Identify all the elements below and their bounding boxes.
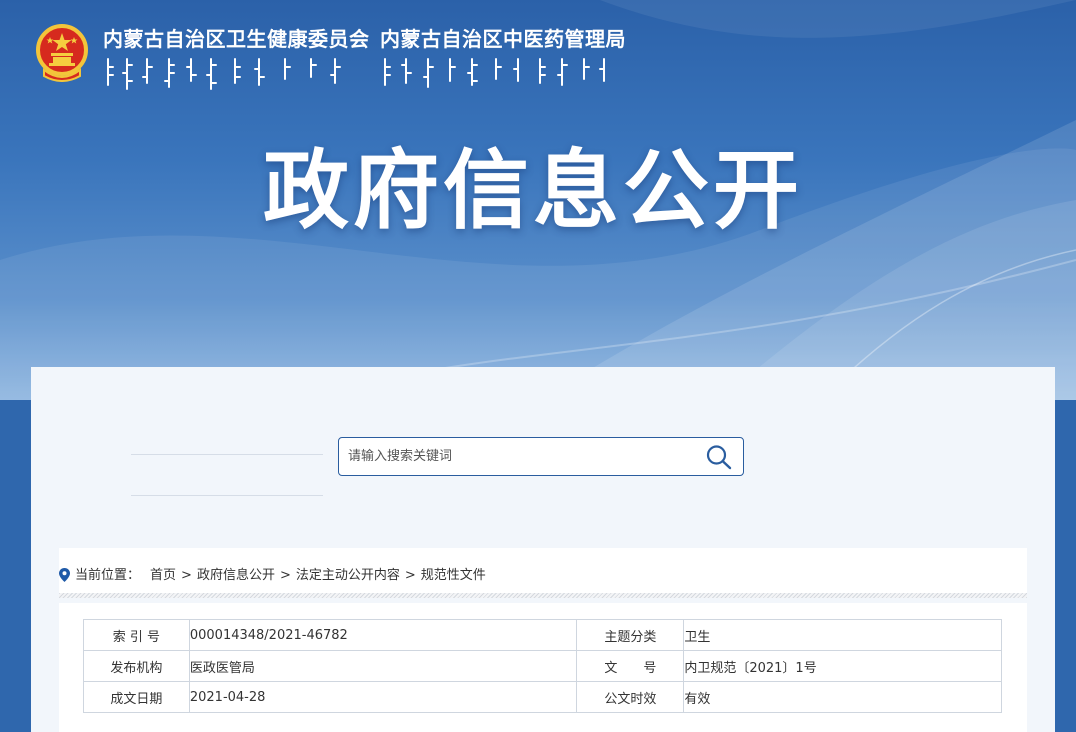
breadcrumb-normative-docs-link[interactable]: 规范性文件	[421, 568, 486, 583]
issuing-agency-label: 发布机构	[83, 650, 190, 682]
search-divider-top	[131, 454, 323, 455]
table-row: 发布机构 医政医管局 文 号 内卫规范〔2021〕1号	[83, 650, 1002, 682]
issuing-agency-value: 医政医管局	[188, 650, 578, 682]
written-date-value: 2021-04-28	[188, 681, 578, 713]
content-panel: 当前位置： 首页 > 政府信息公开 > 法定主动公开内容 > 规范性文件 索 引 号 0000…	[31, 367, 1055, 732]
search-input[interactable]	[339, 438, 689, 475]
validity-value: 有效	[683, 681, 1002, 713]
validity-label: 公文时效	[576, 681, 685, 713]
table-row: 索 引 号 000014348/2021-46782 主题分类 卫生	[83, 619, 1002, 651]
header-banner: 内蒙古自治区卫生健康委员会 内蒙古自治区中医药管理局 政府信息公开	[0, 0, 1076, 400]
mongolian-script-org-name-2	[384, 58, 605, 88]
breadcrumb-statutory-content-link[interactable]: 法定主动公开内容	[296, 568, 400, 583]
subject-category-value: 卫生	[683, 619, 1002, 651]
table-row: 成文日期 2021-04-28 公文时效 有效	[83, 681, 1002, 713]
written-date-label: 成文日期	[83, 681, 190, 713]
subject-category-label: 主题分类	[576, 619, 685, 651]
mongolian-script-org-name-1	[107, 58, 341, 90]
search-icon[interactable]	[705, 444, 733, 470]
document-number-value: 内卫规范〔2021〕1号	[683, 650, 1002, 682]
index-number-value: 000014348/2021-46782	[188, 619, 578, 651]
page-title: 政府信息公开	[263, 141, 803, 241]
org-name-health-commission: 内蒙古自治区卫生健康委员会	[103, 27, 370, 51]
document-info-table: 索 引 号 000014348/2021-46782 主题分类 卫生 发布机构 …	[83, 619, 1002, 713]
search-box	[338, 437, 744, 476]
breadcrumb-bar: 当前位置： 首页 > 政府信息公开 > 法定主动公开内容 > 规范性文件	[59, 548, 1027, 598]
breadcrumb-prefix: 当前位置：	[75, 568, 141, 583]
index-number-label: 索 引 号	[83, 619, 190, 651]
search-divider-bottom	[131, 495, 323, 496]
document-info-section: 索 引 号 000014348/2021-46782 主题分类 卫生 发布机构 …	[59, 603, 1027, 732]
breadcrumb-home-link[interactable]: 首页	[150, 568, 176, 583]
org-name-tcm-bureau: 内蒙古自治区中医药管理局	[380, 27, 626, 51]
breadcrumb-separator: >	[404, 568, 416, 583]
breadcrumb-gov-info-link[interactable]: 政府信息公开	[197, 568, 275, 583]
location-pin-icon	[59, 568, 70, 582]
breadcrumb: 当前位置： 首页 > 政府信息公开 > 法定主动公开内容 > 规范性文件	[59, 564, 486, 583]
breadcrumb-separator: >	[181, 568, 192, 583]
document-number-label: 文 号	[576, 650, 685, 682]
breadcrumb-separator: >	[279, 568, 291, 583]
national-emblem-icon	[36, 24, 88, 82]
